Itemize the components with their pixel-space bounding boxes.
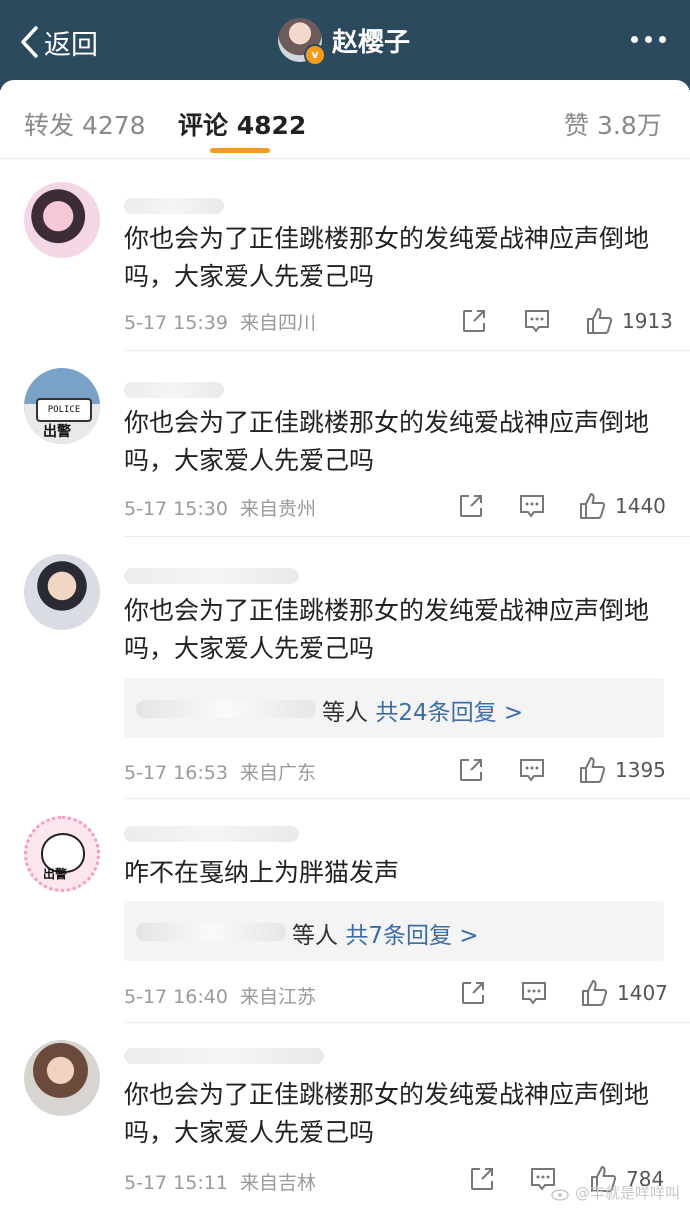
- tab-count: 4278: [81, 111, 146, 140]
- like-count: 1440: [615, 494, 666, 518]
- reply-names-blurred: [136, 923, 286, 941]
- comment-text: 咋不在戛纳上为胖猫发声: [124, 858, 400, 887]
- thumbs-up-icon: [580, 757, 606, 783]
- comment-meta: 5-17 15:39 来自四川: [124, 308, 316, 335]
- active-tab-indicator: [210, 148, 270, 153]
- reply-summary: 等人 共24条回复 >: [322, 693, 523, 727]
- share-icon[interactable]: [457, 492, 485, 520]
- like-button[interactable]: 1913: [584, 306, 673, 336]
- comment-location: 来自吉林: [240, 1172, 317, 1194]
- like-count: 1407: [617, 981, 668, 1005]
- divider: [124, 798, 690, 799]
- watermark: @丰就是咩咩叫: [551, 1182, 680, 1203]
- comment-icon[interactable]: [517, 756, 547, 784]
- reply-suffix: 等人: [322, 700, 368, 726]
- comment-actions: 1913: [460, 306, 673, 336]
- share-icon[interactable]: [457, 756, 485, 784]
- comment-location: 来自四川: [240, 312, 317, 334]
- top-bar: 返回 v 赵樱子: [0, 0, 690, 90]
- comment-text: 你也会为了正佳跳楼那女的发纯爱战神应声倒地吗，大家爱人先爱己吗: [124, 408, 650, 475]
- weibo-logo-icon: [551, 1188, 569, 1201]
- like-button[interactable]: 1395: [577, 755, 666, 785]
- comment-location: 来自贵州: [240, 498, 317, 520]
- divider: [124, 350, 690, 351]
- avatar[interactable]: POLICE 出警: [24, 368, 100, 444]
- avatar[interactable]: [24, 554, 100, 630]
- share-icon[interactable]: [459, 979, 487, 1007]
- comment-text: 你也会为了正佳跳楼那女的发纯爱战神应声倒地吗，大家爱人先爱己吗: [124, 224, 650, 291]
- tab-comments[interactable]: 评论 4822: [178, 106, 306, 142]
- comment-time: 5-17 15:39: [124, 312, 228, 334]
- comment-location: 来自江苏: [240, 986, 317, 1008]
- avatar-caption: 出警: [43, 867, 68, 881]
- comment-meta: 5-17 15:30 来自贵州: [124, 494, 316, 521]
- reply-names-blurred: [136, 700, 316, 718]
- chevron-left-icon: [21, 26, 38, 58]
- username-blurred[interactable]: [124, 198, 224, 214]
- comment-icon[interactable]: [519, 979, 549, 1007]
- reply-suffix: 等人: [292, 923, 338, 949]
- like-count: 1395: [615, 758, 666, 782]
- comment-time: 5-17 15:30: [124, 498, 228, 520]
- police-badge: POLICE: [36, 398, 92, 422]
- comment-time: 5-17 15:11: [124, 1172, 228, 1194]
- tab-count: 3.8万: [596, 111, 662, 140]
- tab-likes[interactable]: 赞 3.8万: [564, 106, 662, 142]
- tab-count: 4822: [236, 111, 307, 140]
- comment-actions: 1407: [459, 978, 668, 1008]
- comment-time: 5-17 16:53: [124, 762, 228, 784]
- divider: [124, 536, 690, 537]
- tab-reposts[interactable]: 转发 4278: [24, 106, 146, 142]
- profile-title[interactable]: v 赵樱子: [278, 18, 411, 66]
- comment-actions: 1395: [457, 755, 666, 785]
- page-title: 赵樱子: [332, 27, 411, 58]
- thumbs-up-icon: [580, 493, 606, 519]
- verified-icon: v: [304, 44, 326, 66]
- username-blurred[interactable]: [124, 382, 224, 398]
- like-count: 1913: [622, 309, 673, 333]
- comment-time: 5-17 16:40: [124, 986, 228, 1008]
- reply-preview[interactable]: 等人 共7条回复 >: [124, 901, 664, 961]
- tab-label: 评论: [178, 111, 229, 140]
- comment-location: 来自广东: [240, 762, 317, 784]
- comment-text: 你也会为了正佳跳楼那女的发纯爱战神应声倒地吗，大家爱人先爱己吗: [124, 1080, 650, 1147]
- username-blurred[interactable]: [124, 826, 299, 842]
- avatar[interactable]: [24, 182, 100, 258]
- thumbs-up-icon: [582, 980, 608, 1006]
- back-button[interactable]: 返回: [18, 22, 98, 62]
- thumbs-up-icon: [587, 308, 613, 334]
- watermark-text: @丰就是咩咩叫: [574, 1184, 680, 1202]
- comment-meta: 5-17 16:40 来自江苏: [124, 982, 316, 1009]
- reply-preview[interactable]: 等人 共24条回复 >: [124, 678, 664, 738]
- divider: [124, 1022, 690, 1023]
- comment-text: 你也会为了正佳跳楼那女的发纯爱战神应声倒地吗，大家爱人先爱己吗: [124, 596, 650, 663]
- tab-label: 转发: [24, 111, 75, 140]
- username-blurred[interactable]: [124, 1048, 324, 1064]
- avatar[interactable]: [24, 1040, 100, 1116]
- comment-icon[interactable]: [517, 492, 547, 520]
- view-replies-link[interactable]: 共7条回复 >: [345, 923, 478, 949]
- comment-icon[interactable]: [522, 307, 552, 335]
- share-icon[interactable]: [460, 307, 488, 335]
- comment-actions: 1440: [457, 491, 666, 521]
- reply-summary: 等人 共7条回复 >: [292, 916, 479, 950]
- comment-meta: 5-17 15:11 来自吉林: [124, 1168, 316, 1195]
- like-button[interactable]: 1407: [579, 978, 668, 1008]
- username-blurred[interactable]: [124, 568, 299, 584]
- like-button[interactable]: 1440: [577, 491, 666, 521]
- share-icon[interactable]: [468, 1165, 496, 1193]
- avatar[interactable]: 出警: [24, 816, 100, 892]
- avatar-caption: 出警: [43, 424, 71, 440]
- tab-bar: 转发 4278 评论 4822 赞 3.8万: [0, 80, 690, 159]
- comment-meta: 5-17 16:53 来自广东: [124, 758, 316, 785]
- avatar[interactable]: v: [278, 18, 326, 66]
- back-label: 返回: [44, 29, 98, 61]
- more-options-icon[interactable]: [631, 36, 666, 43]
- view-replies-link[interactable]: 共24条回复 >: [375, 700, 523, 726]
- tab-label: 赞: [564, 111, 590, 140]
